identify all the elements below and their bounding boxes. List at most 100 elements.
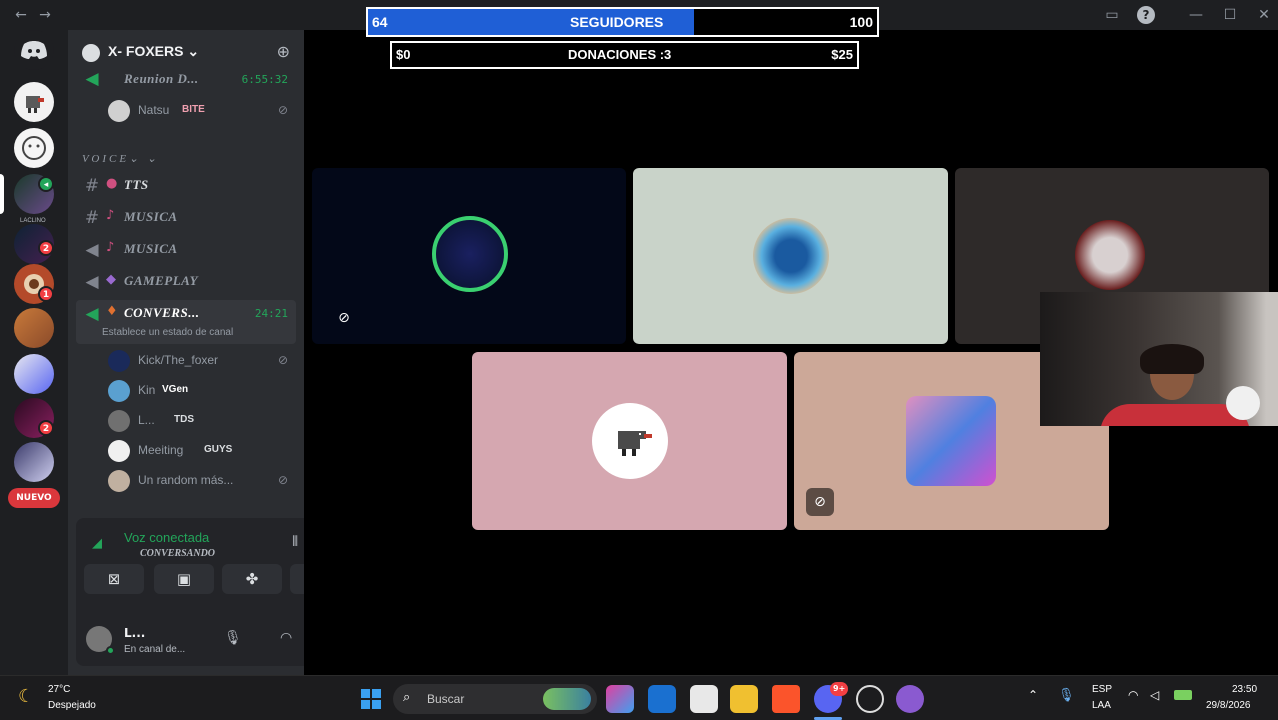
voice-user[interactable]: Kin VGen [104,378,294,404]
mention-badge: 2 [38,420,54,436]
signal-icon: ◢ [92,536,102,551]
avatar [108,470,130,492]
server-icon-chat[interactable] [14,354,54,394]
guitar-icon: ♪ [106,240,115,255]
gamepad-icon: ◆ [106,272,116,287]
speaker-icon: ◀ [85,304,99,324]
server-icon-group[interactable] [14,308,54,348]
donations-goal: $25 [831,47,853,62]
weather-desc[interactable]: Despejado [48,700,96,711]
windows-taskbar: ☾ 27°C Despejado ⌕ Buscar 9+ ⌃ 🎙 ESP LAA… [0,675,1278,720]
channel-timer: 24:21 [254,307,288,320]
user-tag: VGen [162,384,189,395]
close-icon[interactable]: ✕ [1255,6,1273,24]
volume-icon[interactable]: ◁ [1150,688,1159,702]
obs-icon[interactable] [856,685,884,713]
microphone-icon[interactable]: 🎙 [224,630,242,646]
voice-user[interactable]: L... TDS [104,408,294,434]
speaker-icon: ◀ [85,272,99,292]
language-code[interactable]: ESP [1092,684,1112,695]
muted-icon: ⊘ [806,488,834,516]
chevron-up-icon[interactable]: ⌃ [1028,688,1038,702]
inbox-icon[interactable]: ▭ [1103,6,1121,24]
text-channel-icon: # [84,176,100,196]
followers-goal-bar: 64 SEGUIDORES 100 [366,7,879,37]
server-rail: ◂ LACLINO 2 1 2 NUEVO [0,30,68,675]
mention-badge: 2 [38,240,54,256]
search-placeholder: Buscar [427,692,465,706]
battery-icon[interactable] [1174,690,1192,700]
channel-name: TTS [124,177,149,192]
server-icon-fox[interactable] [14,442,54,482]
nuevo-badge[interactable]: NUEVO [8,488,60,508]
server-icon-bird[interactable] [14,82,54,122]
channel-name: GAMEPLAY [124,273,199,288]
voice-user[interactable]: Natsu BITE ⊘ [104,98,294,124]
channel-musica-text[interactable]: # ♪ MUSICA [76,204,296,232]
user-name: Un random más... [138,473,234,487]
channel-status-prompt[interactable]: Establece un estado de canal [102,327,233,338]
voice-user[interactable]: Un random más... ⊘ [104,468,294,494]
channel-gameplay[interactable]: ◀ ◆ GAMEPLAY [76,268,296,296]
screen-share-button[interactable]: ▣ [154,564,214,594]
channel-tts[interactable]: # ● TTS [76,172,296,200]
minimize-icon[interactable]: — [1187,6,1205,24]
fire-icon: ♦ [106,304,118,319]
windows-start-icon[interactable] [357,685,385,713]
channel-conversando-active[interactable]: ◀ ♦ CONVERS... 24:21 Establece un estado… [76,300,296,344]
wifi-icon[interactable]: ◠ [1128,688,1138,702]
discord-home-icon[interactable] [14,30,54,70]
webcam-overlay [1040,292,1278,426]
headphones-icon[interactable]: ◠ [280,630,292,646]
voice-channel-name[interactable]: CONVERSANDO [140,548,215,559]
avatar [108,350,130,372]
brave-browser-icon[interactable] [772,685,800,713]
participant-avatar [1075,220,1145,290]
server-icon-sketch[interactable] [14,128,54,168]
weather-temp[interactable]: 27°C [48,684,70,695]
participant-tile[interactable] [633,168,948,344]
search-icon: ⌕ [403,690,411,705]
clock-date[interactable]: 29/8/2026 [1206,700,1251,711]
user-status: En canal de... [124,644,186,655]
moon-weather-icon[interactable]: ☾ [18,686,34,707]
channel-musica-voice[interactable]: ◀ ♪ MUSICA [76,236,296,264]
file-explorer-icon[interactable] [730,685,758,713]
followers-current: 64 [372,14,388,30]
participant-avatar [753,218,829,294]
server-gear-icon [82,44,100,62]
activities-button[interactable]: ✤ [222,564,282,594]
guitar-icon: ♪ [106,208,115,223]
chat-app-icon[interactable] [896,685,924,713]
channel-sidebar: X- FOXERS ⌄ ⊕ ◀ Reunion D... 6:55:32 Nat… [68,30,364,675]
discord-notification-badge: 9+ [830,682,849,696]
channel-name: CONVERS... [124,305,200,320]
noise-suppression-icon[interactable]: ⦀ [292,534,298,550]
search-highlight-image [543,688,591,710]
keyboard-layout[interactable]: LAA [1092,700,1111,711]
taskbar-search[interactable]: ⌕ Buscar [393,684,597,714]
help-icon[interactable]: ? [1137,6,1155,24]
maximize-icon[interactable]: ☐ [1221,6,1239,24]
voice-category[interactable]: VOICE⌄ ⌄ [82,152,159,165]
microphone-tray-icon[interactable]: 🎙 [1058,688,1075,703]
participant-tile[interactable]: ⊘ [312,168,626,344]
muted-icon: ⊘ [277,103,288,117]
voice-connected-title[interactable]: Voz conectada [124,530,209,545]
participant-tile[interactable] [472,352,787,530]
camera-off-button[interactable]: ⊠ [84,564,144,594]
user-name: L... [124,626,146,640]
mail-icon[interactable] [648,685,676,713]
back-arrow-icon[interactable]: ← [12,6,30,24]
voice-user[interactable]: Kick/The_foxer ⊘ [104,348,294,374]
clock-time[interactable]: 23:50 [1232,684,1257,695]
forward-arrow-icon[interactable]: → [36,6,54,24]
add-member-icon[interactable]: ⊕ [277,42,290,61]
mention-badge: 1 [38,286,54,302]
speaker-icon: ◀ [85,69,99,89]
user-tag: GUYS [204,444,233,455]
voice-user[interactable]: Meeiting GUYS [104,438,294,464]
channel-event[interactable]: ◀ Reunion D... 6:55:32 [76,68,296,90]
store-icon[interactable] [690,685,718,713]
copilot-icon[interactable] [606,685,634,713]
